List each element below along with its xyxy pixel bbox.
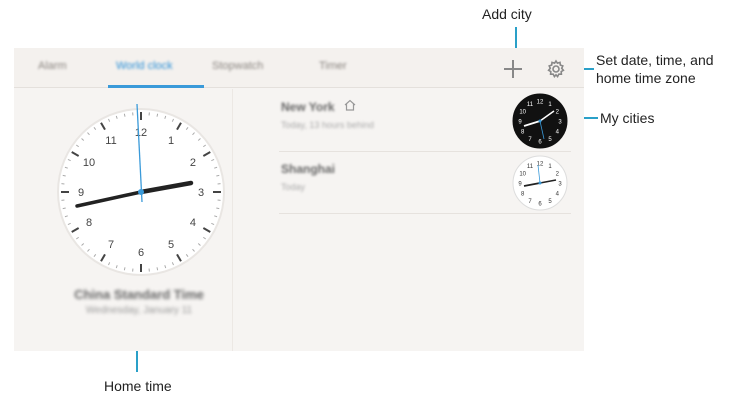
settings-button[interactable] bbox=[545, 58, 567, 80]
clock-number: 1 bbox=[168, 135, 174, 147]
clock-tick bbox=[156, 113, 159, 117]
mini-clock-number: 12 bbox=[537, 162, 544, 168]
clock-tick bbox=[216, 174, 220, 177]
my-cities-callout: My cities bbox=[600, 110, 655, 126]
home-date: Wednesday, January 11 bbox=[85, 305, 193, 316]
city-time-offset: Today bbox=[281, 182, 306, 192]
tab-timer[interactable]: Timer bbox=[319, 60, 347, 72]
clock-number: 5 bbox=[168, 239, 174, 251]
clock-center bbox=[138, 189, 144, 195]
clock-number: 12 bbox=[135, 127, 147, 139]
clock-number: 7 bbox=[108, 239, 114, 251]
home-time-zone-name: China Standard Time bbox=[74, 287, 204, 302]
tab-bar: Alarm World clock Stopwatch Timer bbox=[14, 48, 584, 88]
clock-number: 10 bbox=[83, 157, 95, 169]
city-row[interactable]: Shanghai Today 12 1 2 3 4 5 6 7 8 9 10 11 bbox=[279, 152, 571, 214]
city-name: New York bbox=[281, 100, 335, 114]
clock-tick bbox=[123, 267, 126, 271]
clock-tick bbox=[123, 113, 126, 117]
clock-number: 6 bbox=[138, 247, 144, 259]
clock-number: 9 bbox=[78, 187, 84, 199]
tab-stopwatch[interactable]: Stopwatch bbox=[212, 60, 263, 72]
clock-number: 3 bbox=[198, 187, 204, 199]
clock-tick bbox=[156, 267, 159, 271]
clock-number: 11 bbox=[105, 135, 116, 147]
active-tab-indicator bbox=[108, 85, 204, 88]
mini-clock-center bbox=[538, 119, 542, 123]
clock-tick bbox=[62, 174, 66, 177]
clock-number: 8 bbox=[86, 217, 92, 229]
settings-callout-line2: home time zone bbox=[596, 70, 696, 86]
home-analog-clock: 121234567891011 bbox=[57, 103, 225, 276]
mini-clock-number: 12 bbox=[537, 100, 544, 106]
city-analog-clock: 12 1234567891011 bbox=[512, 93, 568, 149]
clock-tick bbox=[216, 207, 220, 210]
clock-app-screen: Alarm World clock Stopwatch Timer 12 1 2 3 4… bbox=[14, 48, 584, 351]
mini-clock-center bbox=[538, 181, 542, 185]
add-city-callout: Add city bbox=[482, 6, 532, 22]
mini-clock-number: 11 bbox=[527, 164, 534, 170]
clock-number: 2 bbox=[190, 157, 196, 169]
mini-clock-number: 10 bbox=[519, 110, 526, 116]
city-name: Shanghai bbox=[281, 162, 336, 176]
city-row[interactable]: New York Today, 13 hours behind 12 1 2 3 4 5 6… bbox=[279, 90, 571, 152]
gear-icon bbox=[547, 59, 565, 79]
mini-clock-number: 10 bbox=[519, 172, 526, 178]
clock-number: 4 bbox=[190, 217, 196, 229]
city-time-offset: Today, 13 hours behind bbox=[281, 120, 374, 130]
home-icon bbox=[344, 99, 356, 111]
settings-callout-line1: Set date, time, and bbox=[596, 52, 714, 68]
city-analog-clock: 12 1234567891011 bbox=[512, 155, 568, 211]
home-time-callout: Home time bbox=[104, 378, 172, 394]
clock-tick bbox=[62, 207, 66, 210]
tab-alarm[interactable]: Alarm bbox=[38, 60, 67, 72]
mini-clock-number: 11 bbox=[527, 102, 534, 108]
add-city-button[interactable] bbox=[502, 58, 524, 80]
tab-world-clock[interactable]: World clock bbox=[116, 60, 173, 72]
